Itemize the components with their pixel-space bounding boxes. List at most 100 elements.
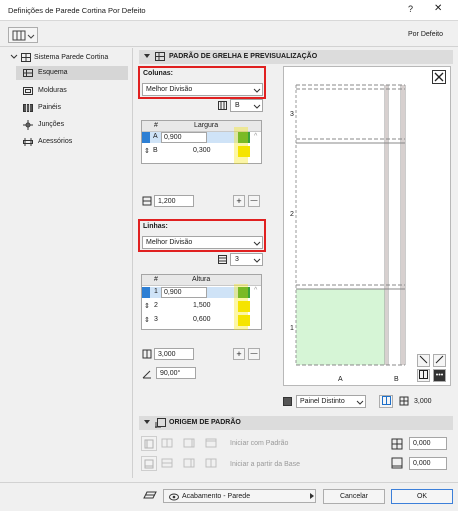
row-label-3: 3 bbox=[290, 111, 294, 118]
origin-option-6[interactable] bbox=[161, 458, 173, 470]
grid-section-icon bbox=[155, 52, 165, 63]
offset-x-field[interactable]: 0,000 bbox=[409, 437, 447, 450]
panel-settings-button[interactable] bbox=[379, 395, 393, 408]
sidebar-item-label: Acessórios bbox=[38, 138, 73, 145]
panel-select[interactable]: Painel Distinto bbox=[296, 395, 366, 408]
eye-icon bbox=[169, 493, 179, 501]
close-preview-button[interactable] bbox=[432, 70, 446, 84]
row-id: A bbox=[153, 133, 158, 140]
ok-button[interactable]: OK bbox=[391, 489, 453, 504]
chevron-down-icon[interactable] bbox=[144, 420, 150, 427]
total-height-field[interactable]: 3,000 bbox=[154, 348, 194, 360]
accessory-icon bbox=[23, 138, 33, 148]
view-grid-button[interactable] bbox=[417, 369, 430, 382]
rows-mode-select[interactable]: Melhor Divisão bbox=[142, 236, 263, 249]
section-title: PADRÃO DE GRELHA E PREVISUALIZAÇÃO bbox=[169, 53, 318, 60]
angle-field[interactable]: 90,00° bbox=[156, 367, 196, 379]
offset-x-icon bbox=[391, 438, 404, 452]
column-label-b: B bbox=[394, 376, 399, 383]
total-height-icon bbox=[142, 349, 152, 361]
row-label-2: 2 bbox=[290, 211, 294, 218]
section-header-grid[interactable]: PADRÃO DE GRELHA E PREVISUALIZAÇÃO bbox=[139, 50, 453, 64]
chevron-down-icon[interactable] bbox=[10, 54, 18, 62]
sidebar-item-juncoes[interactable]: Junções bbox=[16, 118, 128, 132]
view-dots-button[interactable] bbox=[433, 369, 446, 382]
drag-handle-icon[interactable] bbox=[142, 132, 150, 143]
chevron-down-icon[interactable] bbox=[144, 54, 150, 61]
surface-icon bbox=[143, 490, 157, 502]
panel-select-value: Painel Distinto bbox=[300, 398, 345, 405]
origin-base-right-icon bbox=[183, 458, 195, 468]
origin-option-4[interactable] bbox=[205, 438, 217, 450]
columns-mode-select[interactable]: Melhor Divisão bbox=[142, 83, 263, 96]
origin-option-8[interactable] bbox=[205, 458, 217, 470]
sidebar-root-label[interactable]: Sistema Parede Cortina bbox=[34, 54, 108, 61]
rows-label: Linhas: bbox=[143, 223, 168, 230]
favorites-button[interactable] bbox=[8, 27, 38, 43]
columns-ref-select[interactable]: B bbox=[230, 99, 263, 112]
origin-left-icon bbox=[144, 439, 154, 449]
view-diagonal-button[interactable] bbox=[417, 354, 430, 367]
row-id: B bbox=[153, 147, 158, 154]
origin-option-1[interactable] bbox=[141, 436, 157, 451]
origin-option-3[interactable] bbox=[183, 438, 195, 450]
panel-settings-icon bbox=[381, 396, 391, 405]
row-id: 3 bbox=[154, 316, 158, 323]
grid-scheme-icon bbox=[23, 69, 33, 79]
scroll-up-icon[interactable]: ^ bbox=[254, 133, 257, 140]
width-header: Largura bbox=[194, 122, 219, 129]
height-cell[interactable]: 0,900 bbox=[161, 287, 207, 298]
surface-select[interactable]: Acabamento - Parede bbox=[163, 489, 316, 503]
drag-handle-icon[interactable]: ⇕ bbox=[144, 302, 150, 310]
drag-handle-icon[interactable] bbox=[142, 287, 150, 298]
panel-icon bbox=[23, 104, 33, 114]
drag-handle-icon[interactable]: ⇕ bbox=[144, 316, 150, 324]
sidebar-item-acessorios[interactable]: Acessórios bbox=[16, 135, 128, 149]
offset-y-icon bbox=[391, 457, 404, 471]
offset-x-value: 0,000 bbox=[413, 440, 431, 447]
mode-label: Por Defeito bbox=[408, 31, 444, 38]
close-icon bbox=[434, 72, 444, 82]
origin-option-7[interactable] bbox=[183, 458, 195, 470]
title-bar: Definições de Parede Cortina Por Defeito… bbox=[0, 0, 458, 21]
section-title: ORIGEM DE PADRÃO bbox=[169, 419, 241, 426]
column-label-a: A bbox=[338, 376, 343, 383]
rows-ref-select[interactable]: 3 bbox=[230, 253, 263, 266]
divider bbox=[132, 48, 133, 478]
origin-option-5[interactable] bbox=[141, 456, 157, 471]
origin-option-2[interactable] bbox=[161, 438, 173, 450]
cancel-button[interactable]: Cancelar bbox=[323, 489, 385, 504]
close-button[interactable]: ✕ bbox=[434, 3, 442, 14]
sidebar-item-label: Molduras bbox=[38, 87, 67, 94]
start-base-label: Iniciar a partir da Base bbox=[230, 461, 301, 468]
hash-header: # bbox=[154, 276, 158, 283]
view-diagonal-reverse-button[interactable] bbox=[433, 354, 446, 367]
width-cell[interactable]: 0,900 bbox=[161, 132, 207, 143]
origin-center-icon bbox=[161, 438, 173, 448]
origin-icon bbox=[155, 418, 166, 430]
sidebar-item-esquema[interactable]: Esquema bbox=[16, 66, 128, 80]
remove-column-button[interactable]: — bbox=[248, 195, 260, 207]
row-id: 2 bbox=[154, 302, 158, 309]
height-cell[interactable]: 0,600 bbox=[193, 316, 211, 323]
width-cell[interactable]: 0,300 bbox=[193, 147, 211, 154]
window-title: Definições de Parede Cortina Por Defeito bbox=[8, 6, 146, 15]
sidebar-item-molduras[interactable]: Molduras bbox=[16, 84, 128, 98]
offset-y-value: 0,000 bbox=[413, 460, 431, 467]
remove-row-button[interactable]: — bbox=[248, 348, 260, 360]
drag-handle-icon[interactable]: ⇕ bbox=[144, 147, 150, 155]
sidebar-item-paineis[interactable]: Painéis bbox=[16, 101, 128, 115]
origin-base-icon bbox=[144, 459, 154, 469]
dots-icon bbox=[436, 373, 443, 376]
help-button[interactable]: ? bbox=[408, 4, 413, 14]
section-header-origin[interactable]: ORIGEM DE PADRÃO bbox=[139, 416, 453, 430]
total-width-field[interactable]: 1,200 bbox=[154, 195, 194, 207]
sidebar-item-label: Junções bbox=[38, 121, 65, 128]
height-cell[interactable]: 1,500 bbox=[193, 302, 211, 309]
add-column-button[interactable]: + bbox=[233, 195, 245, 207]
add-row-button[interactable]: + bbox=[233, 348, 245, 360]
scroll-up-icon[interactable]: ^ bbox=[254, 287, 257, 294]
offset-y-field[interactable]: 0,000 bbox=[409, 457, 447, 470]
origin-top-icon bbox=[205, 438, 217, 448]
hash-header: # bbox=[154, 122, 158, 129]
